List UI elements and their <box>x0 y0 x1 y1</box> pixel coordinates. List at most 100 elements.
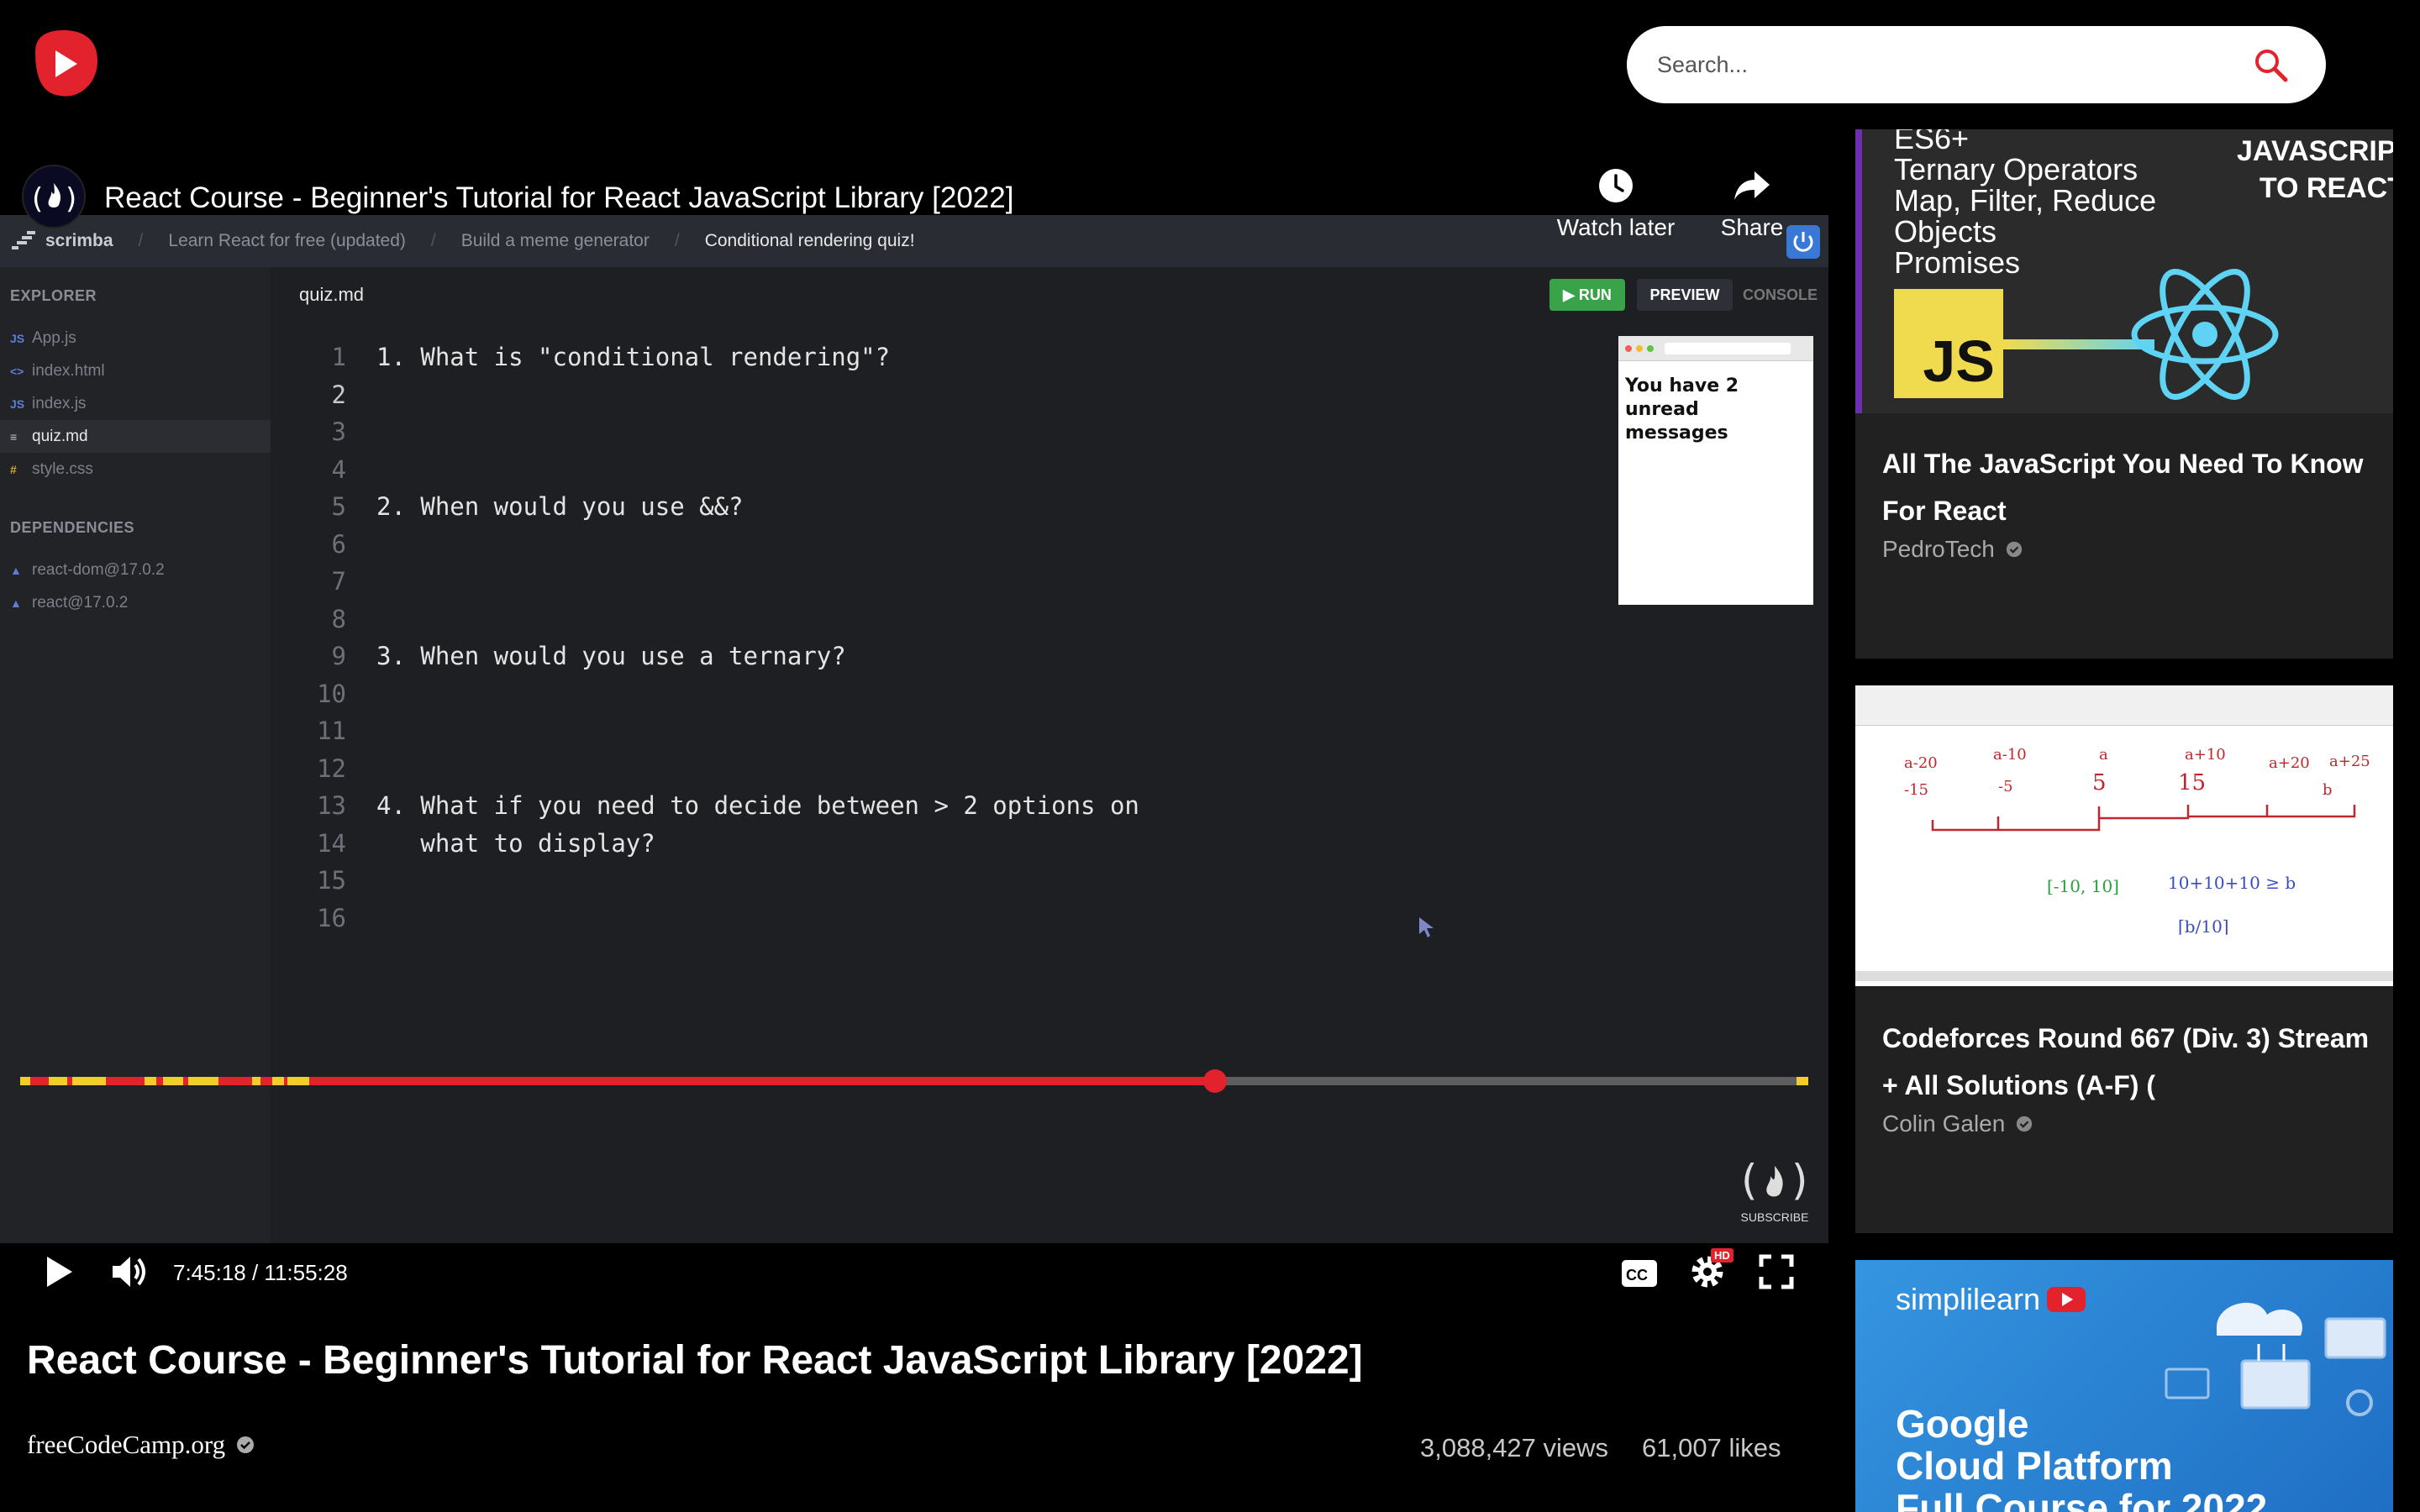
watch-later-button[interactable]: Watch later <box>1544 166 1687 241</box>
overlay-video-title[interactable]: React Course - Beginner's Tutorial for R… <box>104 181 1013 215</box>
like-count: 61,007 likes <box>1642 1433 1781 1462</box>
chapter-marker <box>145 1077 156 1085</box>
cloud-illustration-icon <box>2165 1302 2386 1416</box>
recommendation-card[interactable]: simplilearn Google Cloud Platform Full C… <box>1855 1260 2393 1512</box>
recommendation-channel: PedroTech <box>1882 536 2023 563</box>
line-number: 10 <box>317 679 346 708</box>
file-item: JS App.js <box>10 322 260 354</box>
youtube-play-icon <box>2047 1287 2086 1312</box>
js-file-icon: JS <box>10 331 25 345</box>
recommendation-channel-name: Colin Galen <box>1882 1110 2006 1137</box>
package-icon: ▲ <box>10 563 22 577</box>
file-explorer: EXPLORER JS App.js <> index.html JS index.j… <box>0 267 271 1243</box>
note-text: 5 <box>2092 770 2107 795</box>
recommendation-card[interactable]: ES6+ Ternary Operators Map, Filter, Redu… <box>1855 129 2393 659</box>
dependencies-heading: DEPENDENCIES <box>10 519 135 536</box>
verified-icon <box>237 1436 255 1453</box>
file-item: JS index.js <box>10 387 260 420</box>
search-icon[interactable] <box>2252 46 2289 83</box>
channel-name[interactable]: freeCodeCamp.org <box>27 1430 225 1460</box>
thumb-line: Map, Filter, Reduce <box>1894 183 2157 218</box>
file-item: <> index.html <box>10 354 260 387</box>
volume-icon <box>113 1257 145 1287</box>
channel-avatar-overlay[interactable]: () <box>22 165 86 228</box>
video-title: React Course - Beginner's Tutorial for R… <box>27 1338 1363 1383</box>
thumb-line: ES6+ <box>1894 129 1970 155</box>
scrimba-brand: scrimba <box>45 231 113 250</box>
file-name: index.html <box>32 361 105 380</box>
settings-button[interactable]: HD <box>1687 1248 1733 1296</box>
search-input[interactable] <box>1657 45 2228 85</box>
css-file-icon: # <box>10 462 17 476</box>
recommendation-thumbnail[interactable]: simplilearn Google Cloud Platform Full C… <box>1855 1260 2393 1512</box>
line-number: 14 <box>317 828 346 858</box>
preview-window: You have 2 unread messages <box>1618 336 1813 605</box>
verified-icon <box>2006 541 2023 558</box>
note-text: a <box>2099 746 2108 764</box>
note-text: a+25 <box>2329 753 2370 770</box>
recommendation-card[interactable]: a-20 a-10 a a+10 a+20 a+25 -15 -5 5 15 b… <box>1855 685 2393 1233</box>
recommendation-title[interactable]: Codeforces Round 667 (Div. 3) Stream + A… <box>1882 1015 2370 1109</box>
captions-icon: CC <box>1622 1260 1657 1287</box>
crumb-lesson: Conditional rendering quiz! <box>704 231 915 250</box>
thumb-line: Ternary Operators <box>1894 152 2139 186</box>
chapter-marker <box>287 1077 309 1085</box>
thumb-line: Full Course for 2022 <box>1896 1486 2268 1512</box>
line-number: 13 <box>317 791 346 820</box>
recommendation-thumbnail[interactable]: a-20 a-10 a a+10 a+20 a+25 -15 -5 5 15 b… <box>1855 685 2393 986</box>
line-number: 3 <box>331 417 346 446</box>
note-text: b <box>2323 781 2333 799</box>
js-file-icon: JS <box>10 396 25 411</box>
line-number: 6 <box>331 529 346 559</box>
chapter-marker <box>272 1077 284 1085</box>
watch-later-label: Watch later <box>1556 214 1676 240</box>
svg-text:(: ( <box>32 182 43 216</box>
subscribe-label: SUBSCRIBE <box>1740 1210 1809 1224</box>
svg-text:(: ( <box>1741 1156 1758 1205</box>
console-button: CONSOLE <box>1743 286 1818 303</box>
code-line: 3. When would you use a ternary? <box>376 642 846 670</box>
note-text: a+10 <box>2185 746 2226 764</box>
scrimba-breadcrumb: scrimba / Learn React for free (updated)… <box>0 215 1546 267</box>
recommendation-thumbnail[interactable]: ES6+ Ternary Operators Map, Filter, Redu… <box>1855 129 2393 413</box>
search-bar[interactable] <box>1627 26 2326 103</box>
share-label: Share <box>1720 214 1784 240</box>
js-logo: JS <box>1894 289 2003 398</box>
channel-info[interactable]: freeCodeCamp.org <box>27 1430 255 1460</box>
thumb-scrollbar <box>1855 971 2393 981</box>
editor-tab: quiz.md <box>299 284 365 305</box>
recommendation-channel: Colin Galen <box>1882 1110 2033 1137</box>
crumb-separator: / <box>138 231 144 250</box>
recommendation-title[interactable]: All The JavaScript You Need To Know For … <box>1882 440 2370 534</box>
play-icon <box>47 1257 72 1287</box>
preview-browser-chrome <box>1618 336 1813 361</box>
fullscreen-button[interactable] <box>1758 1253 1795 1294</box>
subscribe-watermark[interactable]: () SUBSCRIBE <box>1734 1154 1815 1224</box>
line-number: 15 <box>317 866 346 895</box>
thumb-toolbar <box>1855 685 2393 726</box>
youtube-logo[interactable] <box>27 27 101 101</box>
progress-scrubber[interactable] <box>1202 1069 1227 1093</box>
note-text: a-20 <box>1904 754 1938 772</box>
volume-button[interactable] <box>108 1250 151 1298</box>
progress-bar[interactable] <box>20 1069 1808 1093</box>
note-text: -15 <box>1904 781 1928 799</box>
preview-url-field <box>1665 342 1791 354</box>
note-text: [-10, 10] <box>2047 876 2119 896</box>
share-button[interactable]: Share <box>1706 166 1798 241</box>
crumb-separator: / <box>430 231 436 250</box>
fullscreen-icon <box>1759 1254 1794 1289</box>
play-button[interactable] <box>40 1252 77 1296</box>
svg-text:): ) <box>1791 1156 1808 1205</box>
chapter-marker <box>188 1077 218 1085</box>
line-number: 7 <box>331 567 346 596</box>
note-text: a+20 <box>2269 754 2310 772</box>
video-stats: 3,088,427 views 61,007 likes <box>1420 1433 1781 1463</box>
app-root: scrimba / Learn React for free (updated)… <box>0 0 2420 1512</box>
chapter-marker <box>49 1077 67 1085</box>
window-dot-icon <box>1647 344 1654 352</box>
time-display: 7:45:18 / 11:55:28 <box>173 1260 348 1285</box>
line-number: 2 <box>331 380 346 409</box>
captions-button[interactable]: CC <box>1620 1257 1659 1294</box>
chapter-marker <box>20 1077 30 1085</box>
